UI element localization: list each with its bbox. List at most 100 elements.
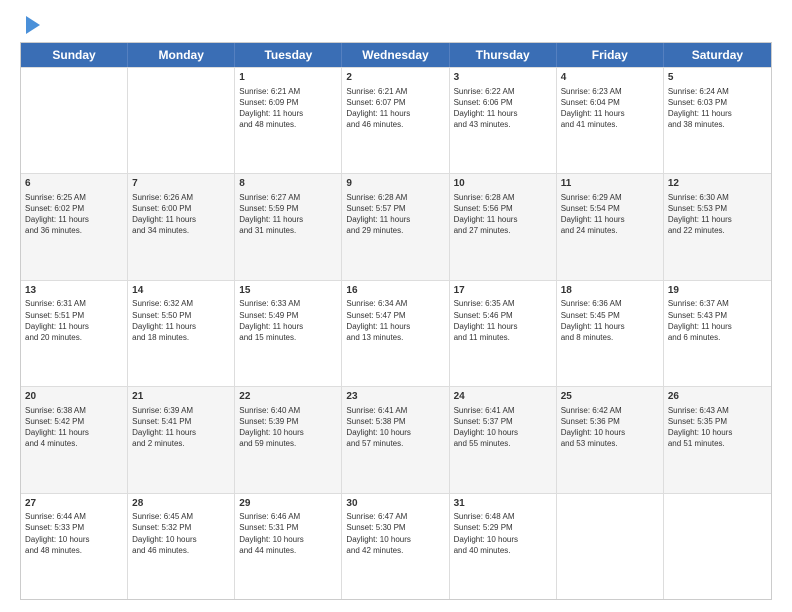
calendar-cell: 25Sunrise: 6:42 AM Sunset: 5:36 PM Dayli… [557, 387, 664, 492]
header-day-thursday: Thursday [450, 43, 557, 67]
calendar-row-5: 27Sunrise: 6:44 AM Sunset: 5:33 PM Dayli… [21, 493, 771, 599]
calendar-row-2: 6Sunrise: 6:25 AM Sunset: 6:02 PM Daylig… [21, 173, 771, 279]
header-day-sunday: Sunday [21, 43, 128, 67]
calendar-cell: 5Sunrise: 6:24 AM Sunset: 6:03 PM Daylig… [664, 68, 771, 173]
calendar-cell: 1Sunrise: 6:21 AM Sunset: 6:09 PM Daylig… [235, 68, 342, 173]
header-day-monday: Monday [128, 43, 235, 67]
calendar-cell [557, 494, 664, 599]
calendar-cell: 7Sunrise: 6:26 AM Sunset: 6:00 PM Daylig… [128, 174, 235, 279]
calendar-cell: 20Sunrise: 6:38 AM Sunset: 5:42 PM Dayli… [21, 387, 128, 492]
calendar-cell: 8Sunrise: 6:27 AM Sunset: 5:59 PM Daylig… [235, 174, 342, 279]
day-number: 28 [132, 497, 230, 511]
day-number: 12 [668, 177, 767, 191]
cell-text: Sunrise: 6:28 AM Sunset: 5:57 PM Dayligh… [346, 192, 444, 237]
calendar-cell: 12Sunrise: 6:30 AM Sunset: 5:53 PM Dayli… [664, 174, 771, 279]
cell-text: Sunrise: 6:31 AM Sunset: 5:51 PM Dayligh… [25, 298, 123, 343]
day-number: 17 [454, 284, 552, 298]
day-number: 15 [239, 284, 337, 298]
cell-text: Sunrise: 6:36 AM Sunset: 5:45 PM Dayligh… [561, 298, 659, 343]
cell-text: Sunrise: 6:25 AM Sunset: 6:02 PM Dayligh… [25, 192, 123, 237]
day-number: 26 [668, 390, 767, 404]
header-day-wednesday: Wednesday [342, 43, 449, 67]
calendar-row-1: 1Sunrise: 6:21 AM Sunset: 6:09 PM Daylig… [21, 67, 771, 173]
cell-text: Sunrise: 6:28 AM Sunset: 5:56 PM Dayligh… [454, 192, 552, 237]
calendar-cell: 28Sunrise: 6:45 AM Sunset: 5:32 PM Dayli… [128, 494, 235, 599]
day-number: 23 [346, 390, 444, 404]
calendar-cell: 24Sunrise: 6:41 AM Sunset: 5:37 PM Dayli… [450, 387, 557, 492]
day-number: 11 [561, 177, 659, 191]
cell-text: Sunrise: 6:39 AM Sunset: 5:41 PM Dayligh… [132, 405, 230, 450]
cell-text: Sunrise: 6:46 AM Sunset: 5:31 PM Dayligh… [239, 511, 337, 556]
calendar-cell: 27Sunrise: 6:44 AM Sunset: 5:33 PM Dayli… [21, 494, 128, 599]
calendar-cell: 31Sunrise: 6:48 AM Sunset: 5:29 PM Dayli… [450, 494, 557, 599]
calendar-cell: 14Sunrise: 6:32 AM Sunset: 5:50 PM Dayli… [128, 281, 235, 386]
day-number: 10 [454, 177, 552, 191]
calendar-cell: 13Sunrise: 6:31 AM Sunset: 5:51 PM Dayli… [21, 281, 128, 386]
calendar-cell: 30Sunrise: 6:47 AM Sunset: 5:30 PM Dayli… [342, 494, 449, 599]
calendar-cell: 16Sunrise: 6:34 AM Sunset: 5:47 PM Dayli… [342, 281, 449, 386]
cell-text: Sunrise: 6:34 AM Sunset: 5:47 PM Dayligh… [346, 298, 444, 343]
day-number: 29 [239, 497, 337, 511]
day-number: 9 [346, 177, 444, 191]
cell-text: Sunrise: 6:26 AM Sunset: 6:00 PM Dayligh… [132, 192, 230, 237]
header-day-tuesday: Tuesday [235, 43, 342, 67]
day-number: 14 [132, 284, 230, 298]
day-number: 2 [346, 71, 444, 85]
logo [20, 16, 40, 34]
calendar-header: SundayMondayTuesdayWednesdayThursdayFrid… [21, 43, 771, 67]
day-number: 8 [239, 177, 337, 191]
calendar: SundayMondayTuesdayWednesdayThursdayFrid… [20, 42, 772, 600]
day-number: 13 [25, 284, 123, 298]
cell-text: Sunrise: 6:41 AM Sunset: 5:37 PM Dayligh… [454, 405, 552, 450]
cell-text: Sunrise: 6:38 AM Sunset: 5:42 PM Dayligh… [25, 405, 123, 450]
cell-text: Sunrise: 6:48 AM Sunset: 5:29 PM Dayligh… [454, 511, 552, 556]
calendar-body: 1Sunrise: 6:21 AM Sunset: 6:09 PM Daylig… [21, 67, 771, 599]
cell-text: Sunrise: 6:21 AM Sunset: 6:09 PM Dayligh… [239, 86, 337, 131]
day-number: 7 [132, 177, 230, 191]
calendar-cell: 3Sunrise: 6:22 AM Sunset: 6:06 PM Daylig… [450, 68, 557, 173]
day-number: 31 [454, 497, 552, 511]
calendar-cell: 15Sunrise: 6:33 AM Sunset: 5:49 PM Dayli… [235, 281, 342, 386]
calendar-cell: 11Sunrise: 6:29 AM Sunset: 5:54 PM Dayli… [557, 174, 664, 279]
calendar-cell: 6Sunrise: 6:25 AM Sunset: 6:02 PM Daylig… [21, 174, 128, 279]
page: SundayMondayTuesdayWednesdayThursdayFrid… [0, 0, 792, 612]
logo-triangle-icon [26, 16, 40, 34]
cell-text: Sunrise: 6:29 AM Sunset: 5:54 PM Dayligh… [561, 192, 659, 237]
cell-text: Sunrise: 6:45 AM Sunset: 5:32 PM Dayligh… [132, 511, 230, 556]
header [20, 16, 772, 34]
cell-text: Sunrise: 6:35 AM Sunset: 5:46 PM Dayligh… [454, 298, 552, 343]
day-number: 19 [668, 284, 767, 298]
day-number: 18 [561, 284, 659, 298]
day-number: 25 [561, 390, 659, 404]
day-number: 22 [239, 390, 337, 404]
day-number: 16 [346, 284, 444, 298]
day-number: 24 [454, 390, 552, 404]
cell-text: Sunrise: 6:30 AM Sunset: 5:53 PM Dayligh… [668, 192, 767, 237]
cell-text: Sunrise: 6:43 AM Sunset: 5:35 PM Dayligh… [668, 405, 767, 450]
day-number: 30 [346, 497, 444, 511]
calendar-cell [128, 68, 235, 173]
calendar-cell: 26Sunrise: 6:43 AM Sunset: 5:35 PM Dayli… [664, 387, 771, 492]
calendar-cell: 9Sunrise: 6:28 AM Sunset: 5:57 PM Daylig… [342, 174, 449, 279]
calendar-cell [664, 494, 771, 599]
header-day-friday: Friday [557, 43, 664, 67]
calendar-cell: 22Sunrise: 6:40 AM Sunset: 5:39 PM Dayli… [235, 387, 342, 492]
calendar-cell: 4Sunrise: 6:23 AM Sunset: 6:04 PM Daylig… [557, 68, 664, 173]
day-number: 1 [239, 71, 337, 85]
day-number: 6 [25, 177, 123, 191]
cell-text: Sunrise: 6:33 AM Sunset: 5:49 PM Dayligh… [239, 298, 337, 343]
cell-text: Sunrise: 6:24 AM Sunset: 6:03 PM Dayligh… [668, 86, 767, 131]
day-number: 5 [668, 71, 767, 85]
calendar-row-3: 13Sunrise: 6:31 AM Sunset: 5:51 PM Dayli… [21, 280, 771, 386]
cell-text: Sunrise: 6:40 AM Sunset: 5:39 PM Dayligh… [239, 405, 337, 450]
header-day-saturday: Saturday [664, 43, 771, 67]
calendar-row-4: 20Sunrise: 6:38 AM Sunset: 5:42 PM Dayli… [21, 386, 771, 492]
day-number: 4 [561, 71, 659, 85]
cell-text: Sunrise: 6:44 AM Sunset: 5:33 PM Dayligh… [25, 511, 123, 556]
calendar-cell: 21Sunrise: 6:39 AM Sunset: 5:41 PM Dayli… [128, 387, 235, 492]
day-number: 27 [25, 497, 123, 511]
calendar-cell: 23Sunrise: 6:41 AM Sunset: 5:38 PM Dayli… [342, 387, 449, 492]
calendar-cell [21, 68, 128, 173]
calendar-cell: 2Sunrise: 6:21 AM Sunset: 6:07 PM Daylig… [342, 68, 449, 173]
cell-text: Sunrise: 6:47 AM Sunset: 5:30 PM Dayligh… [346, 511, 444, 556]
